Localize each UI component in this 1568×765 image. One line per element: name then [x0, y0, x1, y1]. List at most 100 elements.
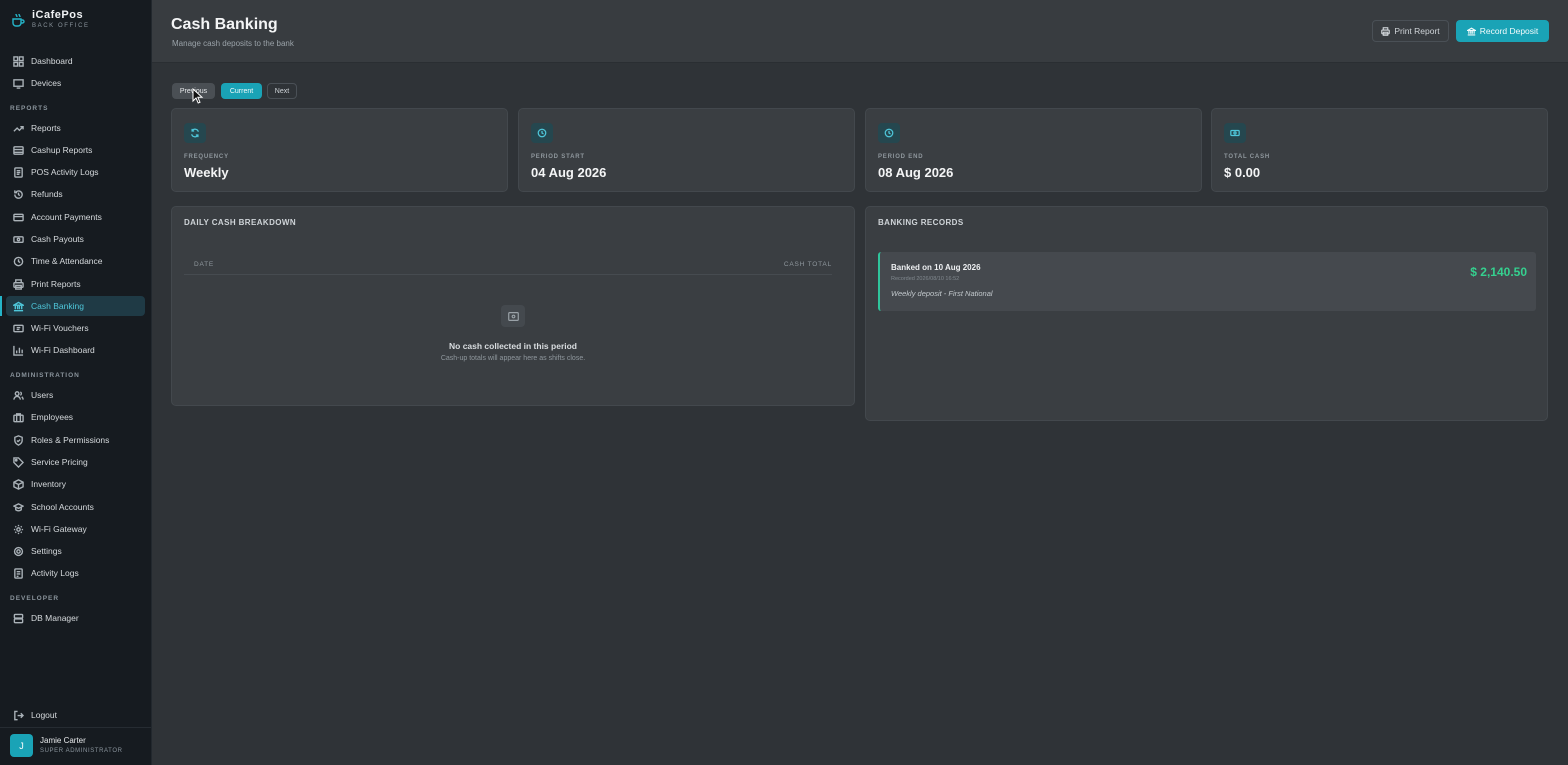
printer-icon — [13, 278, 24, 290]
current-period-button[interactable]: Current — [221, 83, 262, 99]
banking-record[interactable]: Banked on 10 Aug 2026 Recorded 2026/08/1… — [878, 252, 1536, 311]
logout-button[interactable]: Logout — [6, 705, 145, 725]
clock-icon — [531, 123, 553, 143]
brand-subtitle: BACK OFFICE — [32, 23, 90, 29]
stat-value: Weekly — [184, 165, 229, 180]
sidebar-item-label: Reports — [31, 123, 61, 133]
sidebar-item-inventory[interactable]: Inventory — [6, 474, 145, 494]
sidebar-item-label: Roles & Permissions — [31, 435, 110, 445]
sidebar-item-label: Wi-Fi Gateway — [31, 524, 87, 534]
record-title: Banked on 10 Aug 2026 — [891, 263, 981, 272]
sidebar-item-roles-permissions[interactable]: Roles & Permissions — [6, 430, 145, 450]
section-label-administration: ADMINISTRATION — [10, 372, 80, 379]
sidebar-item-label: School Accounts — [31, 502, 94, 512]
stat-label: PERIOD START — [531, 154, 585, 160]
sidebar-item-school-accounts[interactable]: School Accounts — [6, 497, 145, 517]
sidebar-item-wifi-gateway[interactable]: Wi-Fi Gateway — [6, 519, 145, 539]
card-icon — [13, 213, 24, 221]
sidebar-item-label: Wi-Fi Vouchers — [31, 323, 89, 333]
avatar: J — [10, 734, 33, 757]
sidebar-item-cashup-reports[interactable]: Cashup Reports — [6, 140, 145, 160]
sidebar-item-refunds[interactable]: Refunds — [6, 184, 145, 204]
sidebar-item-label: Users — [31, 390, 54, 400]
page-title: Cash Banking — [171, 16, 278, 33]
shield-icon — [14, 434, 23, 446]
sidebar-item-print-reports[interactable]: Print Reports — [6, 274, 145, 294]
printer-icon — [1381, 26, 1391, 36]
panel-title: BANKING RECORDS — [878, 218, 964, 227]
page-subtitle: Manage cash deposits to the bank — [172, 39, 294, 48]
sidebar-item-label: Time & Attendance — [31, 256, 103, 266]
logout-icon — [14, 710, 24, 720]
cash-icon — [1224, 123, 1246, 143]
sidebar-item-label: Account Payments — [31, 212, 102, 222]
sidebar-item-label: Cashup Reports — [31, 145, 93, 155]
mouse-cursor-icon — [192, 88, 204, 104]
sidebar-item-reports[interactable]: Reports — [6, 118, 145, 138]
database-icon — [13, 613, 24, 623]
divider — [184, 274, 832, 275]
ticket-icon — [13, 324, 24, 332]
sidebar-item-label: DB Manager — [31, 613, 79, 623]
sidebar-item-activity-logs[interactable]: Activity Logs — [6, 563, 145, 583]
settings-icon — [13, 546, 24, 556]
sidebar-item-employees[interactable]: Employees — [6, 407, 145, 427]
sidebar-item-wifi-dashboard[interactable]: Wi-Fi Dashboard — [6, 340, 145, 360]
trend-icon — [13, 125, 24, 132]
tag-icon — [13, 456, 24, 468]
sidebar-item-users[interactable]: Users — [6, 385, 145, 405]
sidebar-item-cash-payouts[interactable]: Cash Payouts — [6, 229, 145, 249]
sidebar-item-dashboard[interactable]: Dashboard — [6, 51, 145, 71]
sidebar: iCafePos BACK OFFICE Dashboard Devices R… — [0, 0, 152, 765]
bank-icon — [13, 301, 24, 311]
brand[interactable]: iCafePos BACK OFFICE — [11, 9, 90, 31]
list-icon — [14, 166, 23, 178]
sidebar-item-label: Employees — [31, 412, 74, 422]
clock-icon — [878, 123, 900, 143]
empty-state-title: No cash collected in this period — [449, 341, 577, 351]
sidebar-item-label: Wi-Fi Dashboard — [31, 345, 95, 355]
sidebar-item-wifi-vouchers[interactable]: Wi-Fi Vouchers — [6, 318, 145, 338]
record-deposit-button[interactable]: Record Deposit — [1456, 20, 1549, 42]
banking-records-panel: BANKING RECORDS Banked on 10 Aug 2026 Re… — [865, 206, 1548, 421]
sidebar-item-label: POS Activity Logs — [31, 167, 99, 177]
box-icon — [13, 478, 24, 490]
log-icon — [14, 567, 23, 579]
next-period-button[interactable]: Next — [267, 83, 297, 99]
history-icon — [14, 189, 23, 199]
sidebar-item-label: Dashboard — [31, 56, 73, 66]
user-profile[interactable]: J Jamie Carter SUPER ADMINISTRATOR — [10, 734, 123, 757]
cash-icon — [13, 235, 24, 243]
briefcase-icon — [13, 412, 24, 422]
sidebar-item-time-attendance[interactable]: Time & Attendance — [6, 251, 145, 271]
stat-label: FREQUENCY — [184, 154, 229, 160]
sidebar-item-settings[interactable]: Settings — [6, 541, 145, 561]
stat-card-total-cash: TOTAL CASH $ 0.00 — [1211, 108, 1548, 192]
stat-value: 04 Aug 2026 — [531, 165, 607, 180]
page-header: Cash Banking Manage cash deposits to the… — [152, 0, 1568, 63]
stat-value: 08 Aug 2026 — [878, 165, 954, 180]
sidebar-item-db-manager[interactable]: DB Manager — [6, 608, 145, 628]
sidebar-item-devices[interactable]: Devices — [6, 73, 145, 93]
sidebar-item-cash-banking[interactable]: Cash Banking — [6, 296, 145, 316]
sidebar-item-label: Cash Banking — [31, 301, 84, 311]
section-label-reports: REPORTS — [10, 105, 49, 112]
record-note: Weekly deposit - First National — [891, 289, 993, 298]
sidebar-item-account-payments[interactable]: Account Payments — [6, 207, 145, 227]
sidebar-item-service-pricing[interactable]: Service Pricing — [6, 452, 145, 472]
column-header-cash-total[interactable]: CASH TOTAL — [784, 261, 832, 268]
graduation-icon — [13, 502, 24, 511]
users-icon — [13, 390, 24, 400]
stat-card-period-end: PERIOD END 08 Aug 2026 — [865, 108, 1202, 192]
column-header-date[interactable]: DATE — [194, 261, 214, 268]
sidebar-item-pos-activity-logs[interactable]: POS Activity Logs — [6, 162, 145, 182]
sidebar-item-label: Devices — [31, 78, 62, 88]
gear-icon — [13, 524, 24, 534]
monitor-icon — [13, 78, 24, 89]
bank-icon — [1466, 26, 1476, 35]
print-report-button[interactable]: Print Report — [1372, 20, 1449, 42]
empty-state-subtitle: Cash-up totals will appear here as shift… — [440, 355, 586, 362]
daily-cash-panel: DAILY CASH BREAKDOWN DATE CASH TOTAL No … — [171, 206, 855, 406]
panel-title: DAILY CASH BREAKDOWN — [184, 218, 297, 227]
bar-chart-icon — [13, 345, 24, 356]
